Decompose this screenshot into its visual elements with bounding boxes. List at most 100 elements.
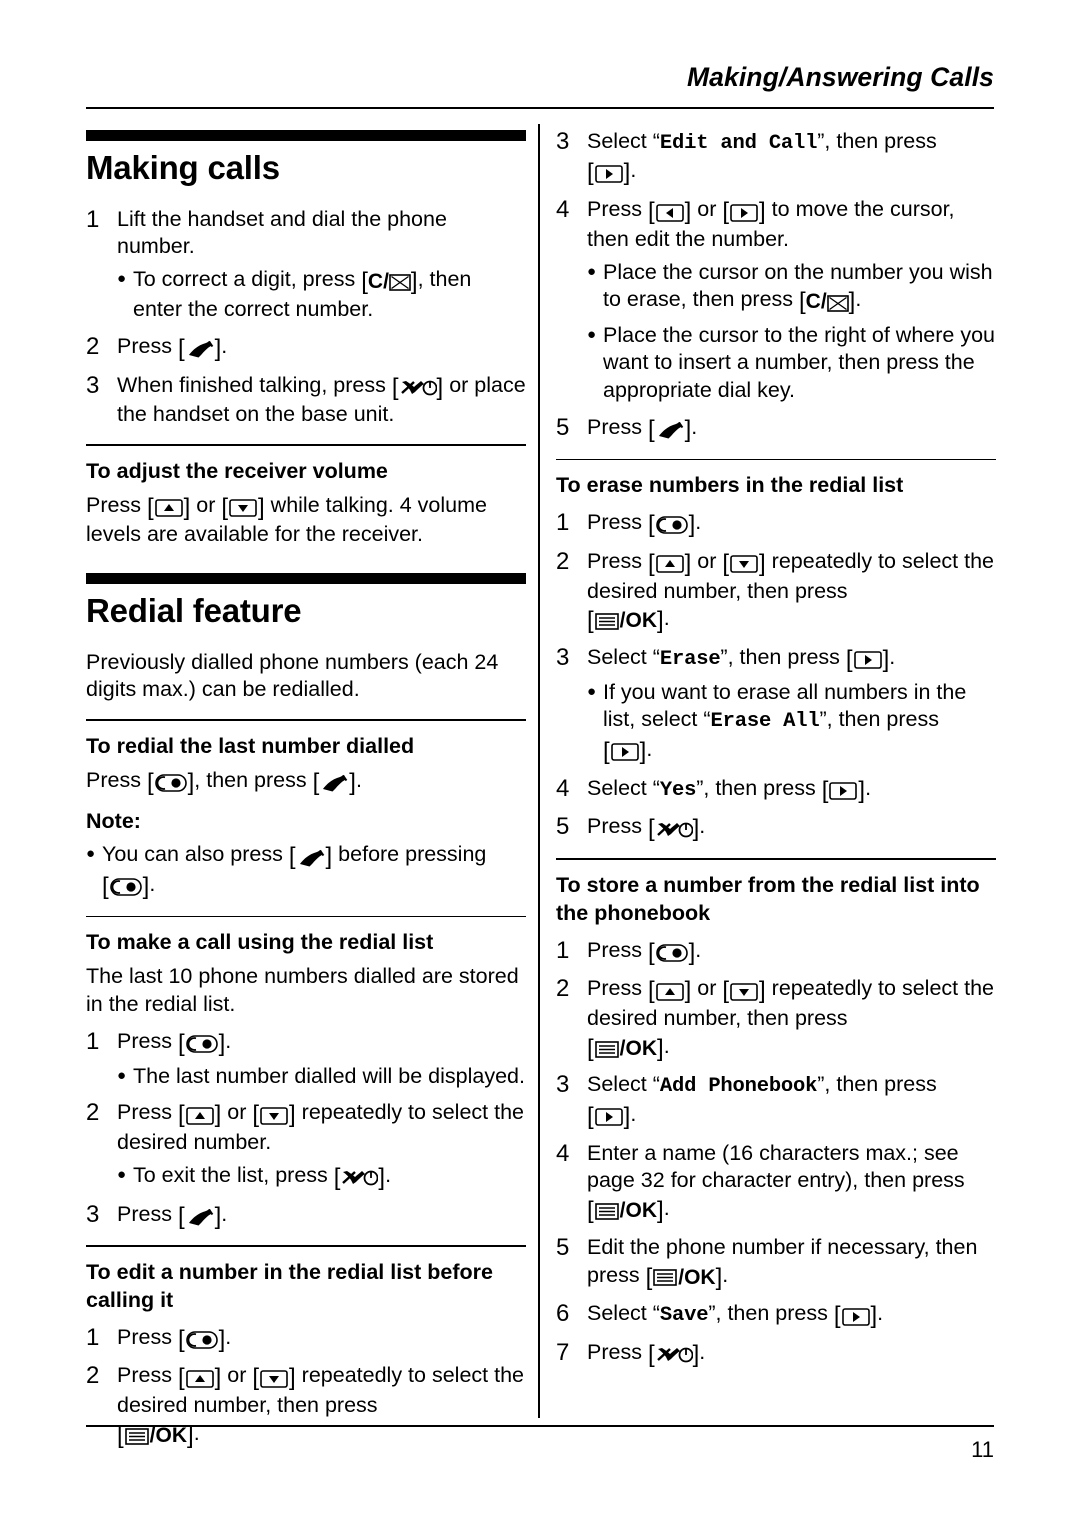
step-text: Lift the handset and dial the phone numb…: [117, 206, 526, 261]
lcd-text: Edit and Call: [659, 132, 818, 155]
footer-divider: [86, 1425, 994, 1427]
step-text: Press [].: [117, 1324, 526, 1354]
note-label: Note:: [86, 809, 141, 834]
lcd-text: Save: [659, 1304, 709, 1328]
section-title-making-calls: Making calls: [86, 149, 280, 186]
divider: [556, 458, 996, 461]
step-text-pre: Press: [587, 937, 648, 962]
navigator-up-icon: []: [177, 1364, 222, 1392]
step-item: 6 Select “Save”, then press [].: [556, 1300, 996, 1330]
step-text-post: .: [221, 1201, 228, 1226]
bullet-text-pre: To correct a digit, press: [133, 267, 362, 292]
section-bar: [86, 130, 526, 141]
step-text-post: , then press: [727, 644, 846, 669]
step-text-pre: Press: [587, 814, 648, 839]
bullet-dot: ●: [117, 1165, 127, 1183]
subheading-make-call-redial-list: To make a call using the redial list: [86, 930, 434, 955]
redial-last-mid: , then press: [194, 767, 313, 792]
page-header: Making/Answering Calls: [86, 62, 994, 93]
clear-key-icon: [389, 274, 411, 292]
step-text-pre: Press: [587, 510, 648, 535]
step-text: Press [].: [117, 333, 526, 363]
clear-key-icon: [C/]: [799, 288, 856, 316]
step-text-pre: Press: [587, 414, 648, 439]
step-item: 3 When finished talking, press [] or pla…: [86, 372, 526, 429]
note-text-mid: before pressing: [332, 842, 487, 867]
step-text-mid: or: [221, 1100, 253, 1125]
step-number: 2: [556, 547, 570, 575]
subheading-adjust-volume: To adjust the receiver volume: [86, 458, 388, 483]
power-off-icon: []: [647, 1341, 700, 1369]
bullet-dot: ●: [117, 270, 127, 288]
ok-label: /OK: [619, 1036, 658, 1060]
step-text-pre: Press: [587, 548, 648, 573]
step-item: 5 Press [].: [556, 813, 996, 843]
step-item: 3 Select “Edit and Call”, then press [].: [556, 128, 996, 187]
step-text: Press [] or [] repeatedly to select the …: [587, 975, 996, 1062]
step-text: Press [].: [587, 1339, 996, 1369]
step-text-mid: or: [221, 1363, 253, 1388]
menu-ok-key-icon: [/OK]: [587, 1034, 664, 1062]
step-text-end: .: [630, 1101, 637, 1126]
bullet-item: ● Place the cursor on the number you wis…: [587, 259, 996, 317]
step-item: 2 Press [] or [] repeatedly to select th…: [556, 548, 996, 635]
left-column: Making calls 1 Lift the handset and dial…: [86, 124, 526, 1450]
navigator-right-icon: []: [833, 1302, 878, 1330]
navigator-left-icon: []: [647, 198, 692, 226]
lcd-text: Add Phonebook: [659, 1075, 818, 1099]
bullet-item: ● Place the cursor to the right of where…: [587, 322, 996, 405]
navigator-right-icon: []: [722, 198, 766, 226]
bullet-dot: ●: [86, 845, 96, 863]
navigator-down-icon: []: [252, 1101, 296, 1129]
subheading-redial-last-number: To redial the last number dialled: [86, 733, 415, 758]
navigator-right-icon: []: [845, 645, 890, 673]
step-number: 4: [556, 196, 570, 224]
step-number: 1: [86, 1027, 100, 1055]
column-divider: [538, 124, 540, 1418]
header-divider: [86, 107, 994, 109]
redial-last-pre: Press: [86, 767, 147, 792]
step-text-mid: or: [691, 976, 723, 1001]
step-text-pre: Press: [117, 1363, 178, 1388]
step-text-post: , then press: [824, 1072, 937, 1097]
bullet-text: If you want to erase all numbers in the …: [603, 679, 967, 765]
header-title: Making/Answering Calls: [686, 62, 994, 92]
bullet-dot: ●: [587, 325, 597, 343]
step-text-end: .: [889, 644, 896, 669]
step-number: 5: [556, 813, 570, 841]
step-text-post: , then press: [703, 775, 822, 800]
step-text-end: .: [865, 775, 872, 800]
bullet-text: To exit the list, press [].: [133, 1162, 526, 1192]
step-text: Press [].: [117, 1201, 526, 1231]
step-number: 5: [556, 413, 570, 441]
ok-label: /OK: [619, 1199, 658, 1223]
step-text: Select “Save”, then press [].: [587, 1301, 884, 1330]
step-text-pre: Press: [587, 1340, 648, 1365]
redial-icon: []: [647, 938, 696, 966]
step-text-post: .: [695, 937, 702, 962]
step-text-pre: Press: [587, 976, 648, 1001]
bullet-text-post: .: [855, 287, 862, 312]
bullet-item: ● If you want to erase all numbers in th…: [587, 679, 996, 766]
step-item: 3 Select “Erase”, then press [].: [556, 644, 996, 674]
step-number: 1: [556, 509, 570, 537]
step-text-post: .: [699, 814, 706, 839]
step-item: 5 Edit the phone number if necessary, th…: [556, 1234, 996, 1291]
step-text: Press [].: [117, 1028, 526, 1058]
step-item: 2 Press [].: [86, 333, 526, 363]
step-text-end: .: [877, 1301, 884, 1326]
talk-handset-icon: []: [288, 843, 333, 871]
step-text: Press [].: [587, 509, 996, 539]
talk-handset-icon: []: [177, 334, 222, 362]
step-text: When finished talking, press [] or place…: [117, 372, 526, 429]
redial-last-text: Press [], then press [].: [86, 767, 526, 797]
step-item: 5 Press [].: [556, 414, 996, 444]
navigator-down-icon: []: [252, 1364, 296, 1392]
redial-icon: []: [177, 1325, 226, 1353]
step-number: 2: [86, 1099, 100, 1127]
step-text: Press [] or [] to move the cursor, then …: [587, 196, 996, 253]
step-text-post: .: [225, 1028, 232, 1053]
divider: [86, 1245, 526, 1247]
bullet-text: Place the cursor on the number you wish …: [603, 259, 996, 317]
step-number: 3: [86, 371, 100, 399]
